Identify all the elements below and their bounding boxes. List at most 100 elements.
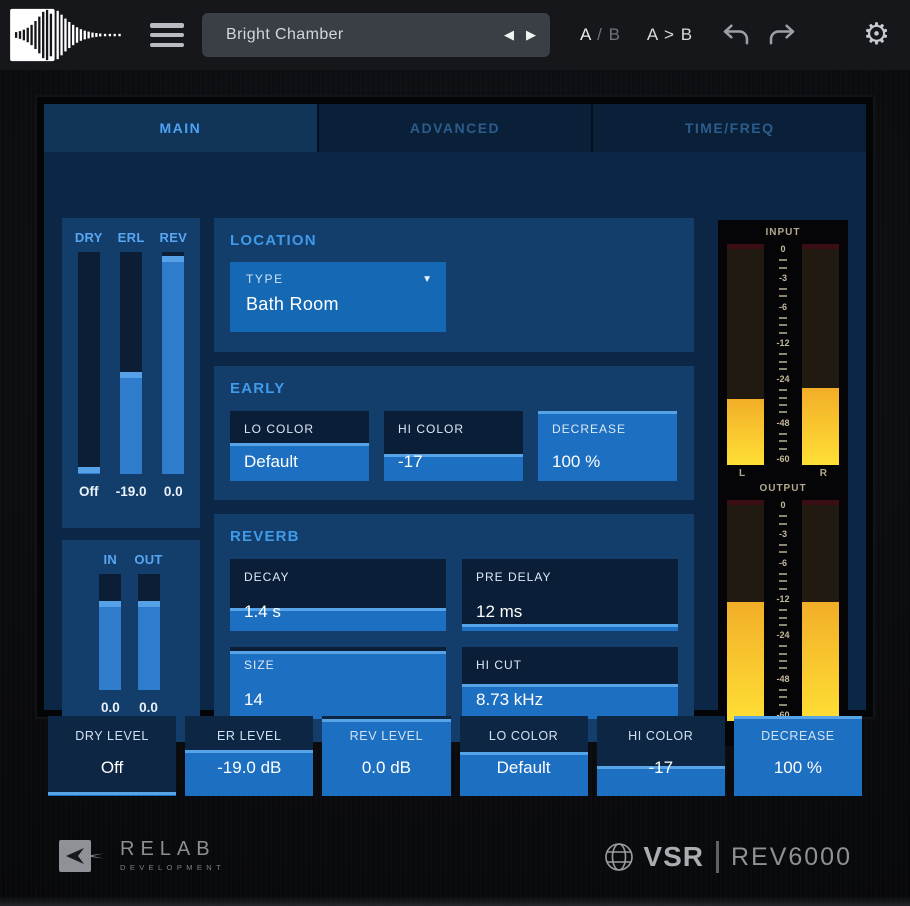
tab-main[interactable]: MAIN <box>44 104 319 152</box>
early-decrease-control[interactable]: DECREASE 100 % <box>538 411 677 481</box>
product-name: VSR <box>643 841 704 873</box>
fader-label: IN <box>104 552 118 574</box>
er-level-control[interactable]: ER LEVEL -19.0 dB <box>185 716 313 796</box>
input-meter: 0-3-6-12-24-48-60 <box>727 244 839 465</box>
param-label: DECAY <box>244 570 289 584</box>
param-value: 12 ms <box>476 602 522 622</box>
early-lo-color-control[interactable]: LO COLOR Default <box>230 411 369 481</box>
top-toolbar: Bright Chamber ◀ ▶ A / B A > B ⚙ <box>0 0 910 70</box>
param-value: 0.0 dB <box>322 758 450 778</box>
brand-subtitle: DEVELOPMENT <box>120 863 225 872</box>
dry-level-control[interactable]: DRY LEVEL Off <box>48 716 176 796</box>
menu-icon[interactable] <box>150 23 184 47</box>
input-meter-left <box>727 244 764 465</box>
fader-track[interactable] <box>120 252 142 474</box>
fader-value: -19.0 <box>116 484 147 499</box>
ab-copy-button[interactable]: A > B <box>647 25 693 45</box>
hi-color-control[interactable]: HI COLOR -17 <box>597 716 725 796</box>
output-meter-title: OUTPUT <box>727 483 839 498</box>
main-screen: MAIN ADVANCED TIME/FREQ DRY Off ERL <box>44 104 866 710</box>
output-meter: 0-3-6-12-24-48-60 <box>727 500 839 721</box>
fader-label: DRY <box>75 230 103 252</box>
lo-color-control[interactable]: LO COLOR Default <box>460 716 588 796</box>
ab-compare-button[interactable]: A / B <box>580 25 621 45</box>
param-value: 8.73 kHz <box>476 690 543 710</box>
preset-next-icon[interactable]: ▶ <box>526 27 536 43</box>
decrease-control[interactable]: DECREASE 100 % <box>734 716 862 796</box>
dry-level-fader[interactable]: DRY Off <box>75 230 103 499</box>
param-label: HI COLOR <box>398 422 464 436</box>
product-model: REV6000 <box>731 843 852 872</box>
tab-bar: MAIN ADVANCED TIME/FREQ <box>44 104 866 152</box>
brand-name: RELAB <box>120 838 225 861</box>
fader-value: 0.0 <box>164 484 183 499</box>
preset-selector[interactable]: Bright Chamber ◀ ▶ <box>202 13 550 57</box>
rev-level-control[interactable]: REV LEVEL 0.0 dB <box>322 716 450 796</box>
section-title: LOCATION <box>230 232 678 249</box>
fader-label: ERL <box>118 230 145 252</box>
dropdown-value: Bath Room <box>246 294 432 315</box>
logo-divider <box>716 841 719 873</box>
preset-name: Bright Chamber <box>226 26 504 44</box>
channel-labels: LR <box>727 465 839 483</box>
fader-value: Off <box>79 484 99 499</box>
param-label: ER LEVEL <box>185 729 313 743</box>
io-levels-panel: IN 0.0 OUT 0.0 <box>62 540 200 742</box>
reverb-section: REVERB DECAY 1.4 s PRE DELAY 12 ms <box>214 514 694 742</box>
tab-advanced[interactable]: ADVANCED <box>319 104 594 152</box>
reverb-decay-control[interactable]: DECAY 1.4 s <box>230 559 446 631</box>
reverb-hi-cut-control[interactable]: HI CUT 8.73 kHz <box>462 647 678 719</box>
globe-icon <box>603 841 635 873</box>
param-label: DECREASE <box>552 422 626 436</box>
relab-logo: RELAB DEVELOPMENT <box>58 838 225 876</box>
fader-track[interactable] <box>138 574 160 690</box>
tab-time-freq[interactable]: TIME/FREQ <box>593 104 866 152</box>
undo-icon[interactable] <box>721 22 751 48</box>
param-value: -17 <box>597 758 725 778</box>
param-value: 100 % <box>734 758 862 778</box>
param-value: 100 % <box>552 452 600 472</box>
param-label: REV LEVEL <box>322 729 450 743</box>
fader-track[interactable] <box>78 252 100 474</box>
param-value: 14 <box>244 690 263 710</box>
fader-track[interactable] <box>162 252 184 474</box>
section-title: REVERB <box>230 528 678 545</box>
param-value: -19.0 dB <box>185 758 313 778</box>
input-gain-fader[interactable]: IN 0.0 <box>99 552 121 715</box>
output-meter-left <box>727 500 764 721</box>
early-hi-color-control[interactable]: HI COLOR -17 <box>384 411 523 481</box>
redo-icon[interactable] <box>767 22 797 48</box>
param-value: Default <box>244 452 298 472</box>
reverb-size-control[interactable]: SIZE 14 <box>230 647 446 719</box>
input-meter-right <box>802 244 839 465</box>
output-gain-fader[interactable]: OUT 0.0 <box>134 552 162 715</box>
plugin-chassis: MAIN ADVANCED TIME/FREQ DRY Off ERL <box>0 70 910 906</box>
fader-label: OUT <box>134 552 162 574</box>
chevron-down-icon: ▼ <box>422 274 432 285</box>
rev-level-fader[interactable]: REV 0.0 <box>160 230 188 499</box>
fader-track[interactable] <box>99 574 121 690</box>
meter-scale: 0-3-6-12-24-48-60 <box>764 244 802 465</box>
mix-levels-panel: DRY Off ERL -19.0 REV 0.0 <box>62 218 200 528</box>
location-section: LOCATION TYPE ▼ Bath Room <box>214 218 694 352</box>
bezel-edge <box>0 896 910 906</box>
erl-level-fader[interactable]: ERL -19.0 <box>116 230 147 499</box>
reverb-pre-delay-control[interactable]: PRE DELAY 12 ms <box>462 559 678 631</box>
param-label: LO COLOR <box>460 729 588 743</box>
fader-value: 0.0 <box>101 700 120 715</box>
location-type-dropdown[interactable]: TYPE ▼ Bath Room <box>230 262 446 332</box>
settings-gear-icon[interactable]: ⚙ <box>863 20 890 50</box>
meter-scale: 0-3-6-12-24-48-60 <box>764 500 802 721</box>
level-meters-panel: INPUT 0-3-6-12-24-48-60 LR OUTPUT 0-3-6-… <box>718 220 848 746</box>
param-label: DRY LEVEL <box>48 729 176 743</box>
param-value: 1.4 s <box>244 602 281 622</box>
quick-params-row: DRY LEVEL Off ER LEVEL -19.0 dB REV LEVE… <box>48 716 862 796</box>
waveform-logo-icon <box>8 6 136 64</box>
preset-prev-icon[interactable]: ◀ <box>504 27 514 43</box>
param-label: DECREASE <box>734 729 862 743</box>
output-meter-right <box>802 500 839 721</box>
param-label: HI CUT <box>476 658 522 672</box>
param-value: -17 <box>398 452 423 472</box>
plugin-window: Bright Chamber ◀ ▶ A / B A > B ⚙ MAIN <box>0 0 910 906</box>
param-label: SIZE <box>244 658 275 672</box>
